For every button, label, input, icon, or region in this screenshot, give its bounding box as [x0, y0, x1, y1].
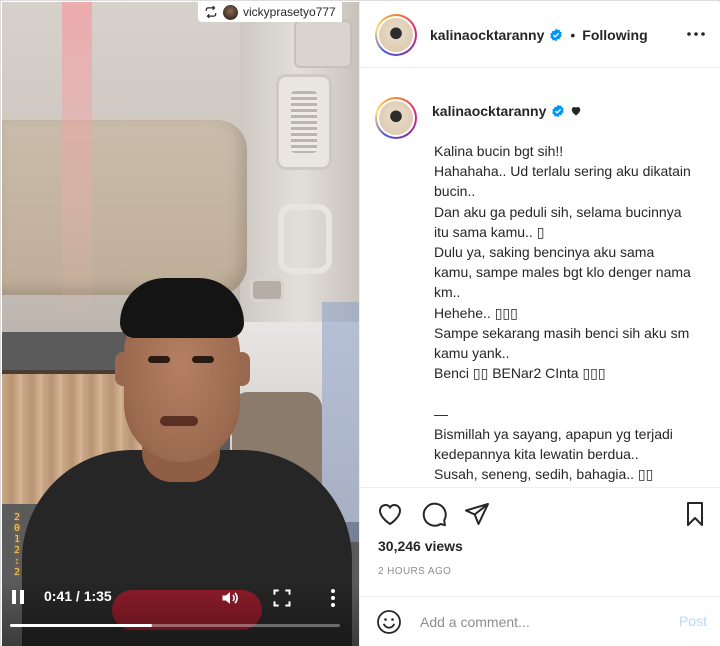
smiley-icon[interactable]: [376, 609, 402, 635]
post-actions: 30,246 views 2 HOURS AGO Post: [360, 487, 720, 646]
verified-badge-icon: [552, 104, 565, 118]
view-count[interactable]: 30,246 views: [378, 538, 463, 554]
paper-plane-icon[interactable]: [463, 500, 491, 528]
post-dialog: 2 0 1 2 : 2 vickyprasetyo777 0:41 / 1:35: [0, 0, 720, 646]
caption-section: kalinaocktaranny Kalina bucin bgt sih!! …: [360, 69, 720, 487]
verified-badge-icon: [550, 28, 563, 42]
repost-badge[interactable]: vickyprasetyo777: [198, 2, 342, 22]
video-controls: 0:41 / 1:35: [2, 580, 359, 646]
caption-username[interactable]: kalinaocktaranny: [432, 103, 546, 119]
following-button[interactable]: Following: [582, 27, 647, 43]
speech-bubble-icon[interactable]: [420, 500, 448, 528]
post-header: kalinaocktaranny • Following: [360, 2, 720, 68]
repost-icon: [205, 5, 217, 19]
post-comment-button[interactable]: Post: [679, 613, 707, 629]
repost-username: vickyprasetyo777: [243, 5, 336, 19]
repost-avatar: [223, 4, 238, 20]
separator-dot: •: [570, 27, 576, 43]
video-person: [2, 2, 359, 646]
fullscreen-icon[interactable]: [272, 588, 292, 608]
pause-icon[interactable]: [12, 590, 26, 606]
comment-input[interactable]: [420, 607, 650, 637]
post-timestamp[interactable]: 2 HOURS AGO: [378, 566, 451, 577]
avatar[interactable]: [375, 14, 417, 56]
more-options-icon[interactable]: [685, 25, 707, 43]
bookmark-icon[interactable]: [681, 500, 709, 528]
header-username[interactable]: kalinaocktaranny: [430, 27, 544, 43]
heart-outline-icon[interactable]: [376, 500, 404, 528]
video-date-stamp: 2 0 1 2 : 2: [14, 512, 21, 578]
heart-emoji-icon: [572, 107, 581, 116]
video-progress-fill: [10, 624, 152, 627]
video-time: 0:41 / 1:35: [44, 588, 112, 604]
video-player[interactable]: 2 0 1 2 : 2 vickyprasetyo777 0:41 / 1:35: [2, 2, 359, 646]
video-progress-bar[interactable]: [10, 624, 340, 627]
volume-icon[interactable]: [220, 588, 240, 608]
caption-avatar[interactable]: [375, 97, 417, 139]
more-vertical-icon[interactable]: [326, 588, 340, 608]
post-caption: Kalina bucin bgt sih!! Hahahaha.. Ud ter…: [434, 143, 691, 487]
comment-form: Post: [360, 596, 720, 646]
post-side-panel: kalinaocktaranny • Following kalinaockta…: [359, 2, 720, 646]
